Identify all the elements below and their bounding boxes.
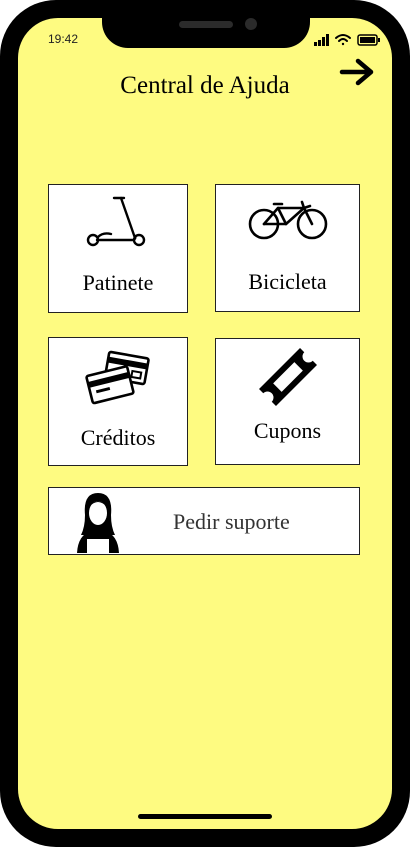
category-label: Bicicleta <box>248 269 327 294</box>
bicycle-icon <box>248 200 327 240</box>
category-bicicleta-button[interactable]: Bicicleta <box>215 184 360 312</box>
support-agent-icon <box>77 493 119 553</box>
home-indicator[interactable] <box>138 814 272 819</box>
category-cupons-button[interactable]: Cupons <box>215 338 360 465</box>
status-icons <box>314 34 380 46</box>
front-camera <box>245 18 257 30</box>
status-time: 19:42 <box>48 32 79 46</box>
ticket-icon <box>258 348 317 406</box>
category-label: Cupons <box>253 418 322 443</box>
battery-icon <box>357 34 380 46</box>
speaker-grille <box>179 21 233 28</box>
credit-cards-icon <box>85 350 150 405</box>
wifi-icon <box>335 34 351 46</box>
cellular-signal-icon <box>314 34 329 46</box>
category-label: Patinete <box>82 270 154 295</box>
phone-frame: 19:42 Central de Ajuda Patinete Biciclet… <box>0 0 410 847</box>
request-support-label: Pedir suporte <box>173 509 290 534</box>
kick-scooter-icon <box>86 196 146 247</box>
category-patinete-button[interactable]: Patinete <box>48 184 188 313</box>
request-support-button[interactable]: Pedir suporte <box>48 487 360 555</box>
category-creditos-button[interactable]: Créditos <box>48 337 188 466</box>
category-label: Créditos <box>80 425 156 450</box>
arrow-right-icon[interactable] <box>338 56 378 88</box>
